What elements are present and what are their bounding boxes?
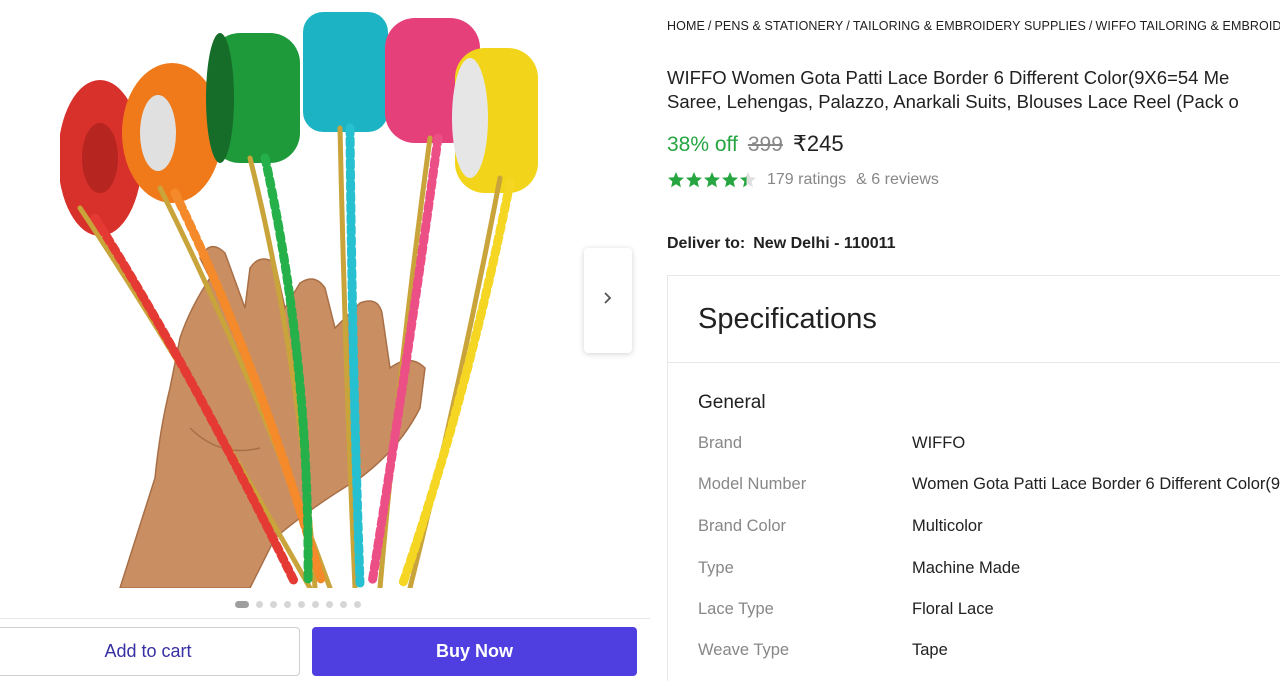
spec-value: Multicolor	[912, 516, 983, 535]
spec-row-type: Type Machine Made	[698, 556, 1280, 580]
star-icon	[686, 172, 702, 188]
pagination-dot[interactable]	[256, 601, 263, 608]
spec-row-brand: Brand WIFFO	[698, 431, 1280, 455]
spec-value: Floral Lace	[912, 599, 994, 618]
pagination-dot[interactable]	[326, 601, 333, 608]
original-price: 399	[747, 133, 783, 156]
deliver-to-label: Deliver to:	[667, 235, 746, 252]
rating-stars	[667, 171, 757, 189]
spec-value: Women Gota Patti Lace Border 6 Different…	[912, 474, 1280, 493]
discount-percent: 38% off	[667, 133, 738, 156]
ratings-count: 179 ratings	[767, 171, 847, 188]
add-to-cart-button[interactable]: Add to cart	[0, 627, 300, 676]
product-title-line-1: WIFFO Women Gota Patti Lace Border 6 Dif…	[667, 67, 1230, 88]
spec-key: Weave Type	[698, 640, 790, 659]
reel-yellow	[452, 48, 538, 193]
spec-key: Model Number	[698, 474, 807, 493]
product-title: WIFFO Women Gota Patti Lace Border 6 Dif…	[667, 66, 1280, 113]
product-image[interactable]	[60, 8, 538, 588]
pagination-dot[interactable]	[235, 601, 249, 608]
delivery-info[interactable]: Deliver to: New Delhi - 110011	[667, 235, 896, 253]
delivery-location: New Delhi - 110011	[753, 235, 896, 252]
spec-row-model-number: Model Number Women Gota Patti Lace Borde…	[698, 472, 1280, 496]
pagination-dot[interactable]	[312, 601, 319, 608]
product-title-line-2: Saree, Lehengas, Palazzo, Anarkali Suits…	[667, 90, 1239, 112]
product-details: HOME / PENS & STATIONERY / TAILORING & EMBRO…	[667, 0, 1280, 681]
product-gallery: Add to cart Buy Now	[0, 0, 650, 681]
price-row: 38% off 399 ₹245	[667, 131, 844, 157]
reel-green	[206, 33, 300, 163]
breadcrumb-wiffo-tailoring[interactable]: WIFFO TAILORING & EMBROIDERY SU	[1095, 19, 1280, 33]
reviews-count: & 6 reviews	[856, 171, 939, 188]
rating-row[interactable]: 179 ratings & 6 reviews	[667, 171, 939, 189]
pagination-dot[interactable]	[354, 601, 361, 608]
breadcrumb-tailoring-supplies[interactable]: TAILORING & EMBROIDERY SUPPLIES	[853, 19, 1086, 33]
pagination-dot[interactable]	[284, 601, 291, 608]
breadcrumb-home[interactable]: HOME	[667, 19, 705, 33]
star-icon	[668, 172, 684, 188]
pagination-dot[interactable]	[340, 601, 347, 608]
selling-price: ₹245	[792, 131, 844, 156]
pagination-dot[interactable]	[270, 601, 277, 608]
spec-row-lace-type: Lace Type Floral Lace	[698, 597, 1280, 621]
chevron-right-icon	[603, 291, 613, 310]
star-icon	[740, 172, 756, 188]
spec-group-title: General	[698, 392, 766, 413]
spec-row-weave-type: Weave Type Tape	[698, 638, 1280, 662]
image-pagination-dots	[235, 601, 361, 608]
spec-row-brand-color: Brand Color Multicolor	[698, 514, 1280, 538]
breadcrumb-pens-stationery[interactable]: PENS & STATIONERY	[714, 19, 843, 33]
breadcrumb: HOME / PENS & STATIONERY / TAILORING & EMBRO…	[667, 19, 1280, 33]
spec-key: Type	[698, 558, 734, 577]
divider	[0, 618, 650, 619]
spec-value: Tape	[912, 640, 948, 659]
spec-key: Brand Color	[698, 516, 787, 535]
spec-value: Machine Made	[912, 558, 1021, 577]
specifications-header[interactable]: Specifications	[668, 276, 1280, 363]
star-icon	[722, 172, 738, 188]
spec-value: WIFFO	[912, 433, 966, 452]
star-icon	[704, 172, 720, 188]
buy-now-button[interactable]: Buy Now	[312, 627, 637, 676]
spec-key: Brand	[698, 433, 743, 452]
specifications-title: Specifications	[698, 302, 877, 335]
next-image-button[interactable]	[584, 248, 632, 353]
breadcrumb-separator: /	[846, 19, 850, 33]
lace-reels-illustration	[60, 12, 538, 588]
spec-key: Lace Type	[698, 599, 774, 618]
reel-teal	[303, 12, 388, 132]
pagination-dot[interactable]	[298, 601, 305, 608]
specifications-card: Specifications General Brand WIFFO Model…	[667, 275, 1280, 681]
